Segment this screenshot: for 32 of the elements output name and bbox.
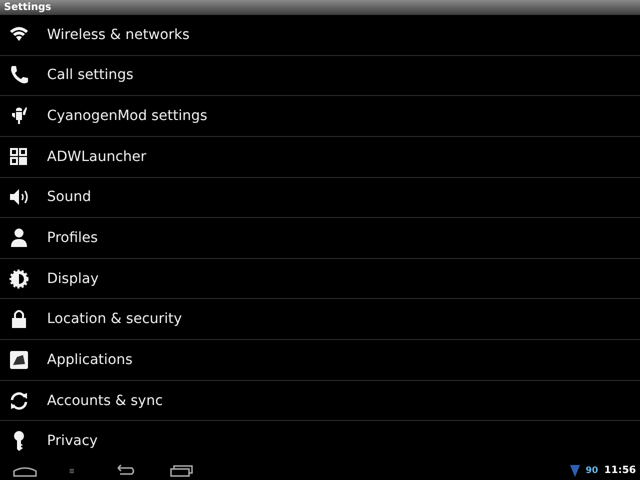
item-label: Call settings xyxy=(47,67,134,84)
settings-item[interactable]: Call settings xyxy=(0,56,640,96)
item-label: ADWLauncher xyxy=(47,148,146,165)
settings-item[interactable]: Applications xyxy=(0,340,640,381)
settings-item[interactable]: Accounts & sync xyxy=(0,380,640,422)
item-label: Location & security xyxy=(47,311,182,328)
item-label: Profiles xyxy=(47,230,98,246)
settings-item[interactable]: Sound xyxy=(0,178,640,218)
settings-item[interactable]: Location & security xyxy=(0,299,640,340)
settings-item[interactable]: Privacy xyxy=(0,421,640,462)
item-label: Sound xyxy=(47,189,92,206)
clock: 11:56 xyxy=(604,465,636,476)
window-title: Settings xyxy=(0,0,640,15)
item-label: Wireless & networks xyxy=(47,26,190,43)
brightness-icon xyxy=(8,268,30,290)
item-label: Privacy xyxy=(47,433,98,450)
signal-icon xyxy=(570,464,580,478)
settings-item[interactable]: CyanogenMod settings xyxy=(0,96,640,137)
item-label: Accounts & sync xyxy=(47,392,163,409)
person-icon xyxy=(8,227,30,250)
settings-item[interactable]: Wireless & networks xyxy=(0,15,640,56)
phone-icon xyxy=(8,64,30,86)
settings-item[interactable]: Profiles xyxy=(0,218,640,259)
item-label: Applications xyxy=(47,352,133,368)
battery-level: 90 xyxy=(586,466,598,476)
item-label: CyanogenMod settings xyxy=(47,108,208,124)
sync-icon xyxy=(8,390,30,412)
settings-item[interactable]: Display xyxy=(0,258,640,300)
item-label: Display xyxy=(47,270,99,287)
settings-item[interactable]: ADWLauncher xyxy=(0,136,640,178)
recent-apps-icon[interactable] xyxy=(168,464,194,478)
grid-icon xyxy=(8,146,30,168)
